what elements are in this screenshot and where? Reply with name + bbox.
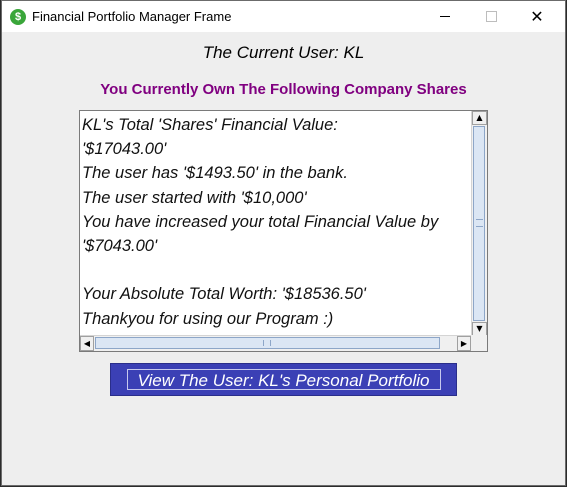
- minimize-button[interactable]: [422, 1, 468, 32]
- grip-icon: [263, 340, 271, 346]
- scroll-left-icon[interactable]: ◀: [80, 336, 94, 351]
- minimize-icon: [440, 16, 450, 17]
- vertical-scroll-thumb[interactable]: [473, 126, 485, 321]
- window-title: Financial Portfolio Manager Frame: [32, 9, 232, 24]
- close-icon: ✕: [530, 6, 544, 26]
- horizontal-scroll-thumb[interactable]: [95, 337, 440, 349]
- close-button[interactable]: ✕: [514, 1, 560, 32]
- maximize-icon: [485, 11, 497, 22]
- scroll-right-icon[interactable]: ▶: [457, 336, 471, 351]
- view-portfolio-button[interactable]: View The User: KL's Personal Portfolio: [110, 363, 457, 396]
- scroll-up-icon[interactable]: ▲: [472, 111, 487, 125]
- current-user-label: The Current User: KL: [202, 43, 365, 62]
- grip-icon: [476, 219, 483, 227]
- report-text-area[interactable]: KL's Total 'Shares' Financial Value: '$1…: [80, 111, 471, 336]
- view-portfolio-label: View The User: KL's Personal Portfolio: [137, 371, 430, 390]
- maximize-button[interactable]: [468, 1, 514, 32]
- scrollbar-corner: [471, 335, 487, 351]
- dollar-app-icon: $: [10, 9, 26, 25]
- shares-subheading: You Currently Own The Following Company …: [100, 81, 467, 98]
- scroll-down-icon[interactable]: ▼: [472, 322, 487, 336]
- horizontal-scrollbar[interactable]: ◀ ▶: [80, 335, 471, 351]
- app-window: $ Financial Portfolio Manager Frame ✕ Th…: [1, 0, 566, 486]
- report-scroll-pane[interactable]: KL's Total 'Shares' Financial Value: '$1…: [79, 110, 488, 352]
- vertical-scrollbar[interactable]: ▲ ▼: [471, 111, 487, 336]
- title-bar[interactable]: $ Financial Portfolio Manager Frame ✕: [2, 1, 565, 32]
